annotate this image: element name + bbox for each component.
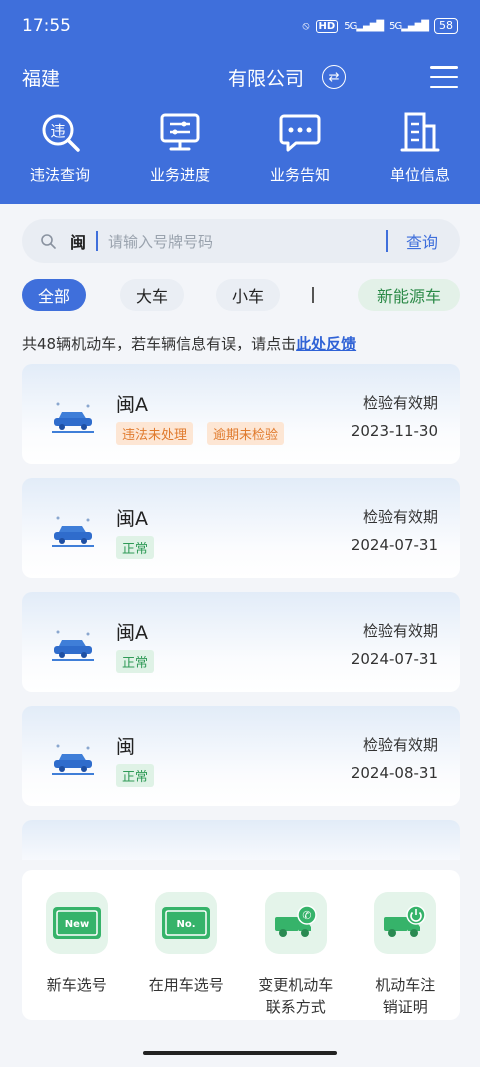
signal-1: 5G▂▄▆█ [344,20,384,32]
vehicle-card[interactable]: 闽 正常 检验有效期 2024-08-31 [22,706,460,806]
text-cursor [96,231,99,251]
menu-icon[interactable] [430,66,458,88]
quick-unit-info[interactable]: 单位信息 [360,110,480,185]
expiry-date: 2024-08-31 [350,764,438,782]
truck-phone-icon: ✆ [264,892,327,954]
search-divider [385,230,388,252]
expiry-label: 检验有效期 [362,508,438,526]
quick-violation-search[interactable]: 违 违法查询 [0,110,120,185]
new-car-plate-selection[interactable]: New 新车选号 [22,870,132,1020]
car-icon [52,402,94,433]
notice-text: 共48辆机动车，若车辆信息有误，请点击 [22,335,297,353]
switch-org-icon[interactable]: ⇄ [322,65,347,89]
mute-icon: ⦸ [302,19,310,32]
app-header: 17:55 ⦸ HD 5G▂▄▆█ 5G▂▄▆█ 58 福建 有限公司 ⇄ 违 … [0,0,480,204]
action-label: 新车选号 [46,976,107,994]
svg-text:New: New [65,919,89,930]
search-icon [41,234,56,249]
search-button[interactable]: 查询 [406,229,438,253]
plate-number: 闽 [116,736,136,758]
quick-actions: 违 违法查询 业务进度 业务告知 单位信息 [0,110,480,185]
status-badge: 正常 [116,764,155,787]
monitor-progress-icon [160,113,200,151]
truck-power-icon [374,892,437,954]
expiry-label: 检验有效期 [362,394,438,412]
title-bar: 福建 有限公司 ⇄ [22,62,458,92]
building-icon [400,112,440,152]
filter-new-energy[interactable]: 新能源车 [358,279,460,311]
plate-input[interactable]: 请输入号牌号码 [108,231,213,252]
action-label: 在用车选号 [148,976,224,994]
car-icon [52,630,94,661]
action-label: 机动车注 销证明 [375,976,436,1016]
car-icon [52,516,94,547]
hd-icon: HD [315,19,339,33]
status-badge: 逾期未检验 [207,422,285,445]
vehicle-card[interactable]: 闽A 正常 检验有效期 2024-07-31 [22,478,460,578]
vehicle-card-partial[interactable] [22,820,460,860]
clock: 17:55 [22,16,71,36]
expiry-date: 2024-07-31 [350,536,438,554]
quick-label: 业务进度 [149,166,210,184]
status-badge: 违法未处理 [116,422,194,445]
status-tags: 正常 [116,650,155,673]
status-tags: 违法未处理 逾期未检验 [116,422,285,445]
expiry-date: 2023-11-30 [350,422,438,440]
plate-number: 闽A [116,394,148,416]
status-tags: 正常 [116,536,155,559]
filter-all[interactable]: 全部 [22,279,86,311]
car-icon [52,744,94,775]
province-selector[interactable]: 闽 [70,229,86,253]
svg-text:违: 违 [50,122,65,140]
status-icons: ⦸ HD 5G▂▄▆█ 5G▂▄▆█ 58 [302,18,458,34]
signal-2: 5G▂▄▆█ [389,20,429,32]
new-plate-icon: New [45,892,108,954]
filter-small[interactable]: 小车 [216,279,280,311]
quick-label: 单位信息 [389,166,450,184]
expiry-label: 检验有效期 [362,622,438,640]
deregistration-certificate[interactable]: 机动车注 销证明 [351,870,461,1020]
filter-separator [312,287,314,303]
filter-large[interactable]: 大车 [120,279,184,311]
action-label: 变更机动车 联系方式 [258,976,334,1016]
status-bar: 17:55 ⦸ HD 5G▂▄▆█ 5G▂▄▆█ 58 [22,14,458,38]
status-badge: 正常 [116,536,155,559]
expiry-date: 2024-07-31 [350,650,438,668]
plate-search-bar: 闽 请输入号牌号码 查询 [22,219,460,263]
quick-label: 违法查询 [29,166,90,184]
bottom-actions-panel: New 新车选号 No. 在用车选号 ✆ 变更机动车 联系方式 机动车注 销证明 [22,870,460,1020]
filter-chips: 全部 大车 小车 新能源车 [22,279,460,311]
expiry-label: 检验有效期 [362,736,438,754]
battery-icon: 58 [434,18,458,34]
org-name-prefix: 福建 [22,67,61,90]
plate-number-icon: No. [155,892,218,954]
in-use-plate-selection[interactable]: No. 在用车选号 [132,870,242,1020]
change-contact-info[interactable]: ✆ 变更机动车 联系方式 [241,870,351,1020]
home-indicator[interactable] [143,1051,337,1055]
vehicle-card[interactable]: 闽A 正常 检验有效期 2024-07-31 [22,592,460,692]
plate-number: 闽A [116,622,148,644]
feedback-link[interactable]: 此处反馈 [296,335,356,353]
quick-business-notice[interactable]: 业务告知 [240,110,360,185]
vehicle-card[interactable]: 闽A 违法未处理 逾期未检验 检验有效期 2023-11-30 [22,364,460,464]
status-tags: 正常 [116,764,155,787]
violation-search-icon: 违 [42,114,80,152]
plate-number: 闽A [116,508,148,530]
quick-business-progress[interactable]: 业务进度 [120,110,240,185]
org-name-suffix: 有限公司 [228,67,305,90]
quick-label: 业务告知 [269,166,330,184]
message-icon [279,114,321,152]
status-badge: 正常 [116,650,155,673]
svg-text:✆: ✆ [302,909,311,922]
svg-text:No.: No. [177,919,196,930]
vehicle-count-notice: 共48辆机动车，若车辆信息有误，请点击此处反馈 [22,333,356,354]
